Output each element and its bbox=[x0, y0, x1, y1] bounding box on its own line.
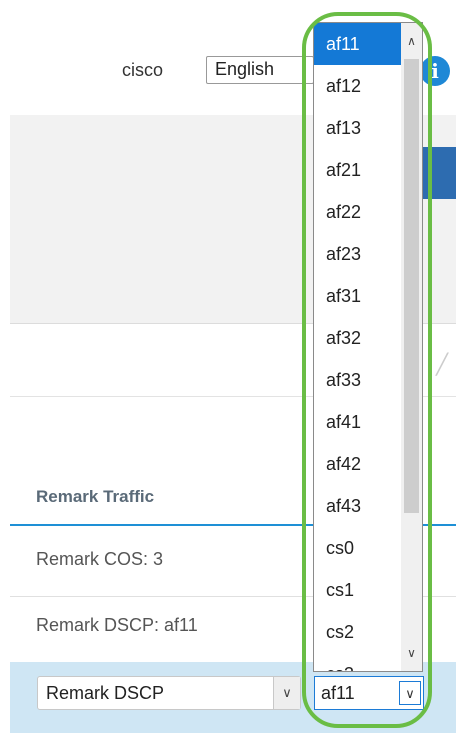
language-select-value: English bbox=[215, 59, 275, 79]
language-select[interactable]: English bbox=[206, 56, 314, 84]
table-row: Remark DSCP: af11 bbox=[36, 615, 198, 635]
remark-type-select-value: Remark DSCP bbox=[46, 683, 165, 703]
remark-type-select[interactable]: Remark DSCP ∨ bbox=[37, 676, 301, 710]
chevron-down-icon[interactable]: ∨ bbox=[273, 677, 300, 709]
column-header-remark-traffic: Remark Traffic bbox=[36, 487, 155, 506]
highlight-annotation bbox=[302, 12, 432, 728]
table-row: Remark COS: 3 bbox=[36, 549, 164, 569]
chevron-icon: ╱ bbox=[436, 354, 449, 376]
username-label: cisco bbox=[122, 60, 164, 80]
